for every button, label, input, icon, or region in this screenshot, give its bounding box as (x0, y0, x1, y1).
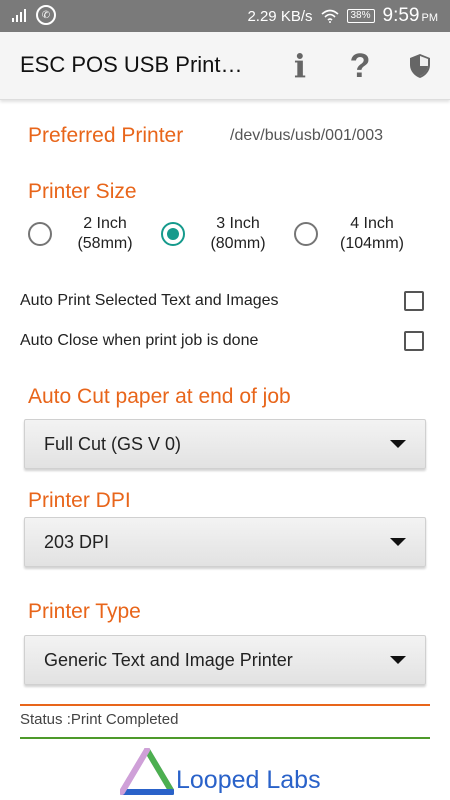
printer-type-selected: Generic Text and Image Printer (44, 649, 293, 670)
help-icon[interactable]: ? (342, 47, 378, 85)
printer-size-label: Printer Size (28, 180, 137, 203)
radio-label-line1: 3 Inch (216, 215, 260, 232)
radio-label-line1: 4 Inch (350, 215, 394, 232)
radio-label-line2: (80mm) (210, 235, 266, 252)
radio-button-selected[interactable] (161, 222, 185, 246)
preferred-printer-label: Preferred Printer (28, 124, 184, 147)
info-icon[interactable]: i (282, 47, 318, 85)
dropdown-arrow-icon (390, 440, 406, 448)
looped-labs-logo-icon (120, 748, 174, 795)
radio-label-line2: (104mm) (339, 235, 404, 252)
status-divider-top (20, 704, 430, 706)
shield-icon[interactable] (402, 48, 438, 84)
radio-option-4-inch[interactable]: 4 Inch (104mm) (294, 214, 420, 254)
auto-cut-selected: Full Cut (GS V 0) (44, 433, 182, 454)
printer-dpi-dropdown[interactable]: 203 DPI (24, 517, 426, 567)
status-bar: ✆ 2.29 KB/s 38% 9:59 PM (0, 0, 450, 32)
preferred-printer-value[interactable]: /dev/bus/usb/001/003 (230, 127, 383, 145)
printer-type-dropdown[interactable]: Generic Text and Image Printer (24, 635, 426, 685)
auto-close-row[interactable]: Auto Close when print job is done (20, 328, 424, 354)
radio-label-line1: 2 Inch (83, 215, 127, 232)
printer-dpi-label: Printer DPI (28, 489, 131, 512)
radio-button[interactable] (294, 222, 318, 246)
auto-print-label: Auto Print Selected Text and Images (20, 292, 279, 309)
dropdown-arrow-icon (390, 538, 406, 546)
auto-cut-label: Auto Cut paper at end of job (28, 385, 291, 408)
clock-time: 9:59 (382, 5, 420, 26)
radio-label-line2: (58mm) (77, 235, 133, 252)
app-bar: ESC POS USB Print… i ? (0, 32, 450, 100)
brand-name[interactable]: Looped Labs (176, 766, 321, 795)
auto-close-label: Auto Close when print job is done (20, 332, 259, 349)
radio-option-3-inch[interactable]: 3 Inch (80mm) (161, 214, 283, 254)
auto-print-checkbox[interactable] (404, 291, 424, 311)
clock-ampm: PM (421, 12, 439, 24)
status-text: Status :Print Completed (20, 711, 179, 728)
printer-type-label: Printer Type (28, 600, 141, 623)
net-speed: 2.29 KB/s (247, 7, 313, 25)
auto-print-row[interactable]: Auto Print Selected Text and Images (20, 288, 424, 314)
radio-button[interactable] (28, 222, 52, 246)
auto-close-checkbox[interactable] (404, 331, 424, 351)
radio-option-2-inch[interactable]: 2 Inch (58mm) (28, 214, 150, 254)
printer-size-radio-group: 2 Inch (58mm) 3 Inch (80mm) 4 Inch (104m… (0, 214, 450, 258)
app-title: ESC POS USB Print… (20, 52, 243, 77)
auto-cut-dropdown[interactable]: Full Cut (GS V 0) (24, 419, 426, 469)
signal-icon (12, 8, 26, 22)
whatsapp-icon: ✆ (36, 5, 56, 25)
status-divider-bottom (20, 737, 430, 739)
battery-icon: 38% (346, 9, 375, 23)
wifi-icon (320, 9, 339, 23)
printer-dpi-selected: 203 DPI (44, 531, 110, 552)
dropdown-arrow-icon (390, 656, 406, 664)
